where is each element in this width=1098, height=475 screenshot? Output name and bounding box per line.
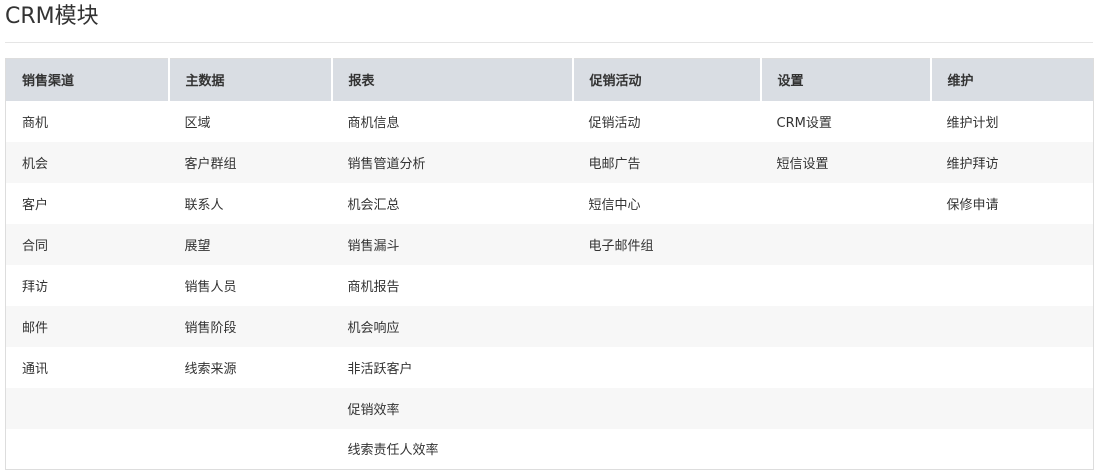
link-communication[interactable]: 通讯 [5,346,169,388]
link-promotion-campaign[interactable]: 促销活动 [572,100,761,142]
link-contract[interactable]: 合同 [5,223,169,265]
crm-module-table: 销售渠道 主数据 报表 促销活动 设置 维护 商机 区域 商机信息 促销活动 C… [5,58,1094,470]
link-customer[interactable]: 客户 [5,182,169,224]
link-sales-stage[interactable]: 销售阶段 [168,305,332,347]
empty-cell [168,428,332,470]
empty-cell [930,428,1094,470]
table-header-row: 销售渠道 主数据 报表 促销活动 设置 维护 [5,58,1094,101]
empty-cell [930,305,1094,347]
empty-cell [572,305,761,347]
link-prospect[interactable]: 展望 [168,223,332,265]
table-row: 客户 联系人 机会汇总 短信中心 保修申请 [5,182,1094,224]
link-lead[interactable]: 机会 [5,141,169,183]
link-promotion-efficiency[interactable]: 促销效率 [331,387,573,429]
column-header-reports: 报表 [330,58,573,101]
column-header-sales-channel: 销售渠道 [5,58,169,101]
empty-cell [930,223,1094,265]
empty-cell [760,428,931,470]
table-row: 拜访 销售人员 商机报告 [5,264,1094,306]
empty-cell [572,428,761,470]
table-row: 通讯 线索来源 非活跃客户 [5,346,1094,388]
table-row: 线索责任人效率 [5,428,1094,470]
link-maintenance-schedule[interactable]: 维护计划 [930,100,1094,142]
link-lead-source[interactable]: 线索来源 [168,346,332,388]
link-lead-owner-efficiency[interactable]: 线索责任人效率 [331,428,573,470]
empty-cell [5,387,169,429]
link-customer-group[interactable]: 客户群组 [168,141,332,183]
link-lead-summary[interactable]: 机会汇总 [331,182,573,224]
link-sales-pipeline-analysis[interactable]: 销售管道分析 [331,141,573,183]
link-warranty-claim[interactable]: 保修申请 [930,182,1094,224]
link-email-campaign[interactable]: 电邮广告 [572,141,761,183]
link-contact[interactable]: 联系人 [168,182,332,224]
empty-cell [760,223,931,265]
link-opportunity-info[interactable]: 商机信息 [331,100,573,142]
empty-cell [930,346,1094,388]
column-header-master-data: 主数据 [167,58,332,101]
empty-cell [760,264,931,306]
empty-cell [760,182,931,224]
link-sms-settings[interactable]: 短信设置 [760,141,931,183]
link-sales-funnel[interactable]: 销售漏斗 [331,223,573,265]
link-inactive-customers[interactable]: 非活跃客户 [331,346,573,388]
empty-cell [572,264,761,306]
empty-cell [760,346,931,388]
empty-cell [930,387,1094,429]
link-opportunity-report[interactable]: 商机报告 [331,264,573,306]
link-sales-person[interactable]: 销售人员 [168,264,332,306]
empty-cell [168,387,332,429]
title-divider [5,42,1093,43]
table-row: 合同 展望 销售漏斗 电子邮件组 [5,223,1094,265]
link-sms-center[interactable]: 短信中心 [572,182,761,224]
link-region[interactable]: 区域 [168,100,332,142]
column-header-maintenance: 维护 [929,58,1094,101]
link-lead-response[interactable]: 机会响应 [331,305,573,347]
empty-cell [572,387,761,429]
table-row: 机会 客户群组 销售管道分析 电邮广告 短信设置 维护拜访 [5,141,1094,183]
empty-cell [760,305,931,347]
link-opportunity[interactable]: 商机 [5,100,169,142]
link-email[interactable]: 邮件 [5,305,169,347]
empty-cell [760,387,931,429]
page-title: CRM模块 [5,4,99,29]
column-header-promotions: 促销活动 [571,58,761,101]
table-row: 商机 区域 商机信息 促销活动 CRM设置 维护计划 [5,100,1094,142]
link-visit[interactable]: 拜访 [5,264,169,306]
link-crm-settings[interactable]: CRM设置 [760,100,931,142]
column-header-settings: 设置 [759,58,931,101]
empty-cell [572,346,761,388]
link-email-group[interactable]: 电子邮件组 [572,223,761,265]
empty-cell [5,428,169,470]
link-maintenance-visit[interactable]: 维护拜访 [930,141,1094,183]
empty-cell [930,264,1094,306]
table-row: 邮件 销售阶段 机会响应 [5,305,1094,347]
table-row: 促销效率 [5,387,1094,429]
